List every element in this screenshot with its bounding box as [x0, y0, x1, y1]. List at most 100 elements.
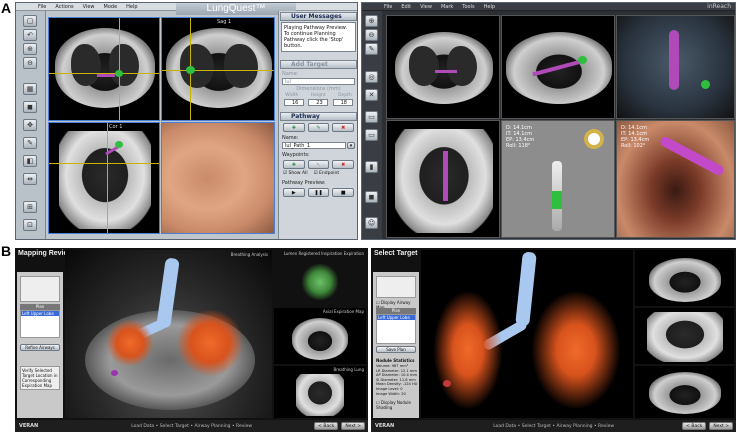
coronal-ct-slice — [296, 374, 344, 416]
target-marker — [701, 80, 710, 89]
select-target-window: Select Target ☐ Display Airway Map Plan … — [371, 248, 736, 432]
target-name-field[interactable]: lul — [282, 78, 355, 85]
menu-view[interactable]: View — [83, 3, 95, 10]
select-tool-icon[interactable]: ▢ — [23, 15, 37, 27]
target-icon[interactable]: ◎ — [365, 71, 378, 83]
plan-list-item[interactable]: Left Upper Lobe — [377, 315, 415, 320]
axial-expiration-view[interactable]: Axial Expiration Map — [274, 308, 366, 364]
breathing-lung-view[interactable]: Breathing Lung — [274, 366, 366, 418]
lung-region-2 — [447, 46, 477, 86]
3d-lung-view[interactable] — [616, 15, 735, 119]
delete-waypoint-button[interactable]: ✖ — [332, 160, 355, 169]
camera-icon[interactable]: ◼ — [365, 191, 378, 203]
coronal-view[interactable] — [635, 366, 734, 418]
zoom-out-icon[interactable]: ⊖ — [23, 57, 37, 69]
crosshair-h — [162, 70, 274, 71]
dim-width-field[interactable]: 16 — [284, 99, 305, 106]
move-waypoint-button[interactable]: ↖ — [307, 160, 330, 169]
display-nodule-checkbox[interactable]: ☐ Display Nodule Shading — [376, 400, 419, 410]
back-button[interactable]: < Back — [682, 422, 707, 430]
grid-icon[interactable]: ⊞ — [23, 201, 37, 213]
camera-icon[interactable]: ◼ — [23, 101, 37, 113]
menu-mark[interactable]: Mark — [441, 3, 453, 10]
menu-tools[interactable]: Tools — [462, 3, 474, 10]
coronal-ct-slice — [649, 372, 721, 414]
measure-icon[interactable]: ⇹ — [23, 173, 37, 185]
axial-view[interactable] — [48, 17, 160, 121]
menu-help[interactable]: Help — [126, 3, 137, 10]
dim-height-field[interactable]: 23 — [308, 99, 329, 106]
virtual-scope-view[interactable]: D: 14.1cm IT: 14.1cm EP: 13.4cm Roll: 118° — [501, 120, 615, 238]
dim-depth-field[interactable]: 18 — [332, 99, 353, 106]
layout-icon[interactable]: ▦ — [23, 83, 37, 95]
menu-file[interactable]: File — [384, 3, 392, 10]
endoscopic-view[interactable]: D: 14.1cm IT: 14.1cm EP: 13.4cm Roll: 102° — [616, 120, 735, 238]
add-waypoint-button[interactable]: ✚ — [283, 160, 305, 169]
left-airway-tree — [105, 320, 155, 366]
sagittal-ct-slice — [647, 312, 723, 362]
menu-help[interactable]: Help — [484, 3, 495, 10]
3d-airway-view[interactable]: Breathing Analysis — [65, 250, 272, 418]
delete-pathway-button[interactable]: ✖ — [332, 123, 355, 132]
menu-edit[interactable]: Edit — [401, 3, 411, 10]
plan-list-item[interactable]: Left Upper Lobe — [21, 311, 59, 316]
patient-info-box — [20, 276, 60, 302]
view-label-sag: Sag 1 — [217, 19, 232, 25]
show-all-checkbox[interactable]: ☑ Show All — [283, 171, 308, 176]
menu-actions[interactable]: Actions — [55, 3, 73, 10]
menu-view[interactable]: View — [420, 3, 432, 10]
zoom-in-icon[interactable]: ⊕ — [365, 15, 378, 27]
coronal-view[interactable] — [386, 120, 500, 238]
edit-pathway-button[interactable]: ✎ — [307, 123, 330, 132]
next-button[interactable]: Next > — [709, 422, 733, 430]
stop-icon[interactable]: ■ — [332, 188, 355, 197]
select-target-title: Select Target — [374, 250, 418, 257]
pathway-line — [443, 151, 448, 201]
sagittal-view[interactable]: Sag 1 — [161, 17, 275, 121]
right-control-panel: User Messages Playing Pathway Preview. T… — [278, 11, 357, 239]
pan-icon[interactable]: ✥ — [23, 119, 37, 131]
refine-airways-button[interactable]: Refine Airways — [20, 344, 60, 351]
3d-airway-view[interactable] — [421, 250, 633, 418]
workflow-steps: Load Data • Select Target • Airway Plann… — [131, 423, 253, 429]
green-airway-tree — [302, 262, 338, 302]
person-icon[interactable]: ☺ — [365, 217, 378, 229]
reset-icon[interactable]: ⊡ — [23, 219, 37, 231]
endoscopic-view[interactable] — [161, 122, 275, 234]
breathing-lung-label: Breathing Lung — [333, 367, 364, 372]
axial-view[interactable] — [635, 250, 734, 306]
nodule-stats-title: Nodule Statistics — [376, 358, 415, 363]
monitor-icon[interactable]: ▭ — [365, 111, 378, 123]
back-button[interactable]: < Back — [314, 422, 339, 430]
endpoint-checkbox[interactable]: ☑ Endpoint — [314, 171, 340, 176]
chevron-down-icon[interactable]: ▾ — [347, 142, 355, 149]
coronal-view[interactable]: Cor 1 — [48, 122, 160, 234]
play-icon[interactable]: ▶ — [283, 188, 305, 197]
waypoint-buttons: ✚ ↖ ✖ — [283, 160, 355, 169]
save-plan-button[interactable]: Save Plan — [376, 346, 416, 353]
plan-list: Left Upper Lobe — [376, 314, 416, 344]
probe-icon[interactable]: ✎ — [23, 137, 37, 149]
preview-controls: ▶ ❚❚ ■ — [283, 188, 355, 197]
menu-file[interactable]: File — [38, 3, 46, 10]
pause-icon[interactable]: ❚❚ — [307, 188, 330, 197]
right-lung-region — [109, 44, 139, 86]
pathway-name-select[interactable]: lul_Path_1 — [282, 142, 346, 149]
menu-mode[interactable]: Mode — [104, 3, 118, 10]
close-icon[interactable]: ✕ — [365, 89, 378, 101]
left-lung-region — [71, 44, 101, 86]
lumen-registered-view[interactable]: Lumen Registered Inspiration Expiration — [274, 250, 366, 306]
add-pathway-button[interactable]: ✚ — [283, 123, 305, 132]
workflow-steps: Load Data • Select Target • Airway Plann… — [493, 423, 615, 429]
sagittal-view[interactable] — [635, 308, 734, 364]
zoom-in-icon[interactable]: ⊕ — [23, 43, 37, 55]
axial-view[interactable] — [386, 15, 500, 119]
next-button[interactable]: Next > — [341, 422, 365, 430]
oblique-view[interactable] — [501, 15, 615, 119]
scope-icon[interactable]: ▮ — [365, 161, 378, 173]
pen-icon[interactable]: ✎ — [365, 43, 378, 55]
contrast-icon[interactable]: ◧ — [23, 155, 37, 167]
monitor-icon-2[interactable]: ▭ — [365, 129, 378, 141]
rotate-icon[interactable]: ↶ — [23, 29, 37, 41]
zoom-out-icon[interactable]: ⊖ — [365, 29, 378, 41]
